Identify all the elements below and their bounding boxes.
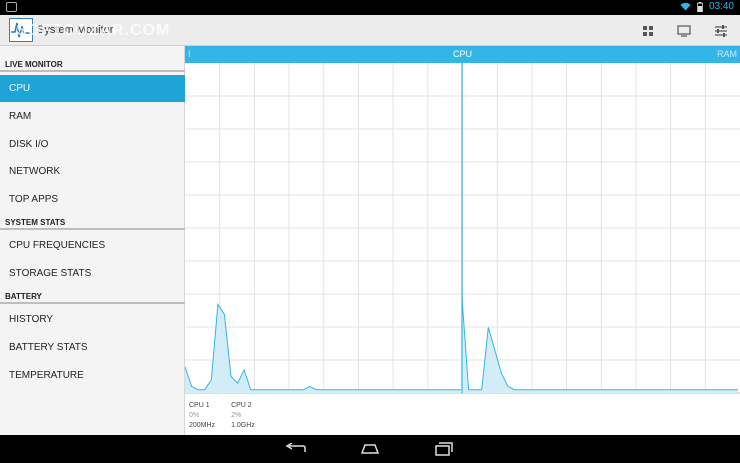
- core-usage: 2%: [231, 412, 242, 419]
- graph-tab-strip: I CPU RAM: [185, 46, 740, 63]
- notification-icon: [6, 2, 17, 12]
- monitor-icon: [677, 25, 691, 37]
- sidebar-item-top-apps[interactable]: TOP APPS: [0, 186, 185, 213]
- core-2-stats: CPU 2 2% 1.0GHz: [231, 401, 255, 431]
- core-frequency: 1.0GHz: [231, 422, 255, 429]
- core-name: CPU 2: [231, 402, 252, 409]
- home-button[interactable]: [355, 439, 385, 459]
- recent-apps-button[interactable]: [429, 439, 459, 459]
- battery-icon: [697, 1, 703, 12]
- section-header-system-stats: SYSTEM STATS: [0, 218, 185, 230]
- wifi-icon: [680, 2, 691, 11]
- section-header-battery: BATTERY: [0, 292, 185, 304]
- back-icon: [285, 443, 306, 452]
- clock: 03:40: [708, 1, 734, 12]
- navigation-bar: [0, 435, 740, 463]
- sidebar-item-battery-stats[interactable]: BATTERY STATS: [0, 334, 185, 361]
- cpu-2-usage-line: [461, 297, 738, 391]
- settings-button[interactable]: [710, 20, 732, 42]
- section-header-live-monitor: LIVE MONITOR: [0, 60, 185, 72]
- sidebar-item-history[interactable]: HISTORY: [0, 306, 185, 333]
- watermark: SOFTCOZAR.COM: [16, 22, 171, 39]
- core-usage: 0%: [189, 412, 200, 419]
- cpu-2-usage-area: [462, 297, 738, 393]
- cpu-usage-graph: [185, 63, 740, 394]
- back-button[interactable]: [281, 439, 311, 459]
- sidebar-item-cpu[interactable]: CPU: [0, 75, 185, 102]
- grid-icon: [643, 26, 653, 36]
- sidebar: LIVE MONITOR CPU RAM DISK I/O NETWORK TO…: [0, 46, 185, 435]
- core-1-stats: CPU 1 0% 200MHz: [189, 401, 215, 431]
- sidebar-item-cpu-frequencies[interactable]: CPU FREQUENCIES: [0, 232, 185, 259]
- core-frequency: 200MHz: [189, 422, 216, 429]
- sidebar-item-disk-io[interactable]: DISK I/O: [0, 131, 185, 158]
- status-bar: 03:40: [0, 0, 740, 15]
- sidebar-item-temperature[interactable]: TEMPERATURE: [0, 362, 185, 389]
- tab-cpu[interactable]: CPU: [185, 49, 740, 59]
- cpu-1-usage-area: [185, 304, 461, 393]
- recent-apps-icon: [435, 442, 453, 456]
- core-name: CPU 1: [189, 402, 210, 409]
- cpu-graph-panel: I CPU RAM CPU 1 0% 200MHz CPU 2 2% 1.0GH…: [185, 46, 740, 435]
- sliders-icon: [715, 25, 727, 37]
- sidebar-item-storage-stats[interactable]: STORAGE STATS: [0, 260, 185, 287]
- core-stats: CPU 1 0% 200MHz CPU 2 2% 1.0GHz: [189, 401, 255, 431]
- overlay-monitor-button[interactable]: [673, 20, 695, 42]
- tab-ram[interactable]: RAM: [717, 49, 737, 59]
- home-icon: [360, 444, 380, 454]
- sidebar-item-network[interactable]: NETWORK: [0, 158, 185, 185]
- sidebar-item-ram[interactable]: RAM: [0, 103, 185, 130]
- grid-view-button[interactable]: [637, 20, 659, 42]
